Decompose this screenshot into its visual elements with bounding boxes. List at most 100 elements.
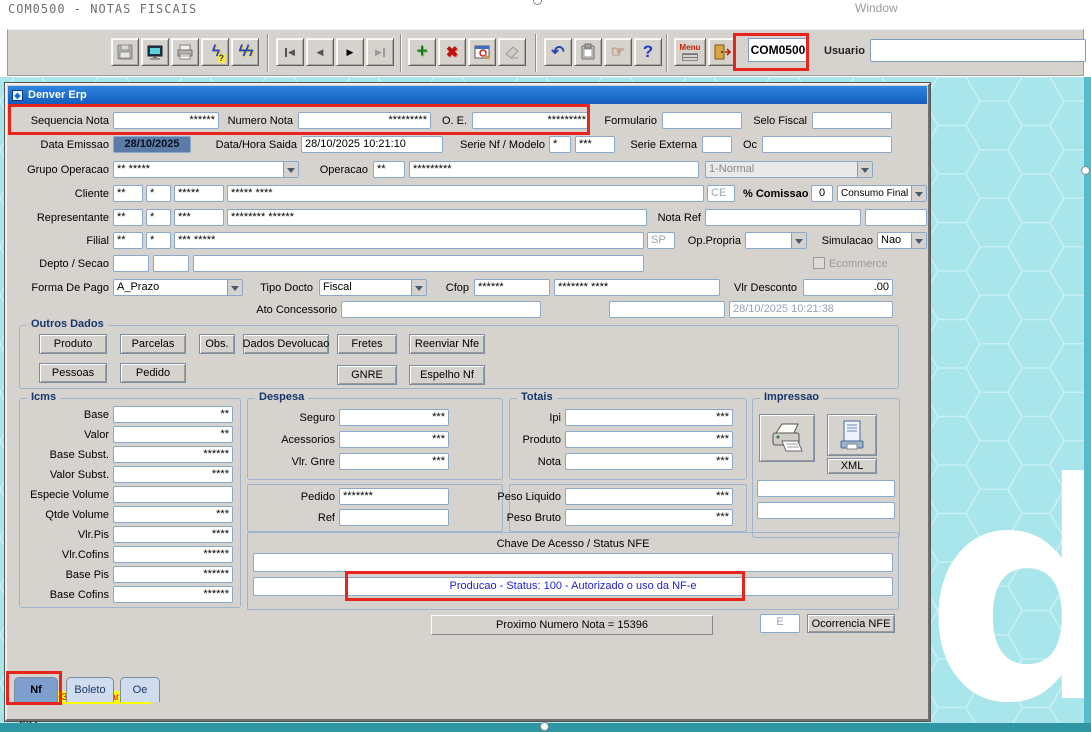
tab-boleto[interactable]: Boleto [66, 677, 114, 702]
representante-f1-input[interactable]: ** [113, 209, 143, 226]
cfop-desc-input[interactable]: ******* **** [554, 279, 720, 296]
ato-concessorio-input[interactable] [341, 301, 541, 318]
nav-last-button[interactable]: ▶ [366, 38, 394, 66]
especie-volume-input[interactable] [113, 486, 233, 503]
base-cofins-input[interactable]: ****** [113, 586, 233, 603]
sequencia-input[interactable]: ****** [113, 112, 219, 129]
nota-ref2-input[interactable] [865, 209, 927, 226]
print-button[interactable] [171, 38, 199, 66]
depto-f1-input[interactable] [113, 255, 149, 272]
imprimir-danfe-button[interactable] [759, 414, 815, 462]
cliente-nome-input[interactable]: ***** **** [227, 185, 704, 202]
vlr-pis-input[interactable]: **** [113, 526, 233, 543]
totais-nota-input[interactable]: *** [565, 453, 733, 470]
pessoas-button[interactable]: Pessoas [39, 363, 107, 383]
chevron-down-icon[interactable] [411, 280, 426, 295]
delete-button[interactable]: ✖ [438, 38, 466, 66]
acessorios-input[interactable]: *** [339, 431, 449, 448]
selo-fiscal-input[interactable] [812, 112, 892, 129]
vlr-gnre-input[interactable]: *** [339, 453, 449, 470]
menu-button[interactable]: Menu [674, 38, 706, 66]
resize-handle-bottom[interactable] [540, 722, 549, 731]
ecommerce-checkbox[interactable] [813, 257, 825, 269]
add-button[interactable]: + [408, 38, 436, 66]
nav-first-button[interactable]: ◀ [276, 38, 304, 66]
execute-button[interactable]: ϟϟ [231, 38, 259, 66]
data-emissao-input[interactable]: 28/10/2025 [113, 136, 191, 153]
imprimir-xml-button[interactable] [827, 414, 877, 456]
chevron-down-icon[interactable] [911, 233, 926, 248]
pedido-button[interactable]: Pedido [120, 363, 186, 383]
parcelas-button[interactable]: Parcelas [120, 334, 186, 354]
representante-nome-input[interactable]: ******** ****** [227, 209, 647, 226]
cliente-f2-input[interactable]: * [146, 185, 171, 202]
ref-input[interactable] [339, 509, 449, 526]
dados-devolucao-button[interactable]: Dados Devolucao [243, 334, 329, 354]
formulario-input[interactable] [662, 112, 742, 129]
chevron-down-icon[interactable] [227, 280, 242, 295]
icms-base-subst-input[interactable]: ****** [113, 446, 233, 463]
data-saida-input[interactable]: 28/10/2025 10:21:10 [301, 136, 443, 153]
modelo-input[interactable]: *** [575, 136, 615, 153]
ocorrencia-nfe-button[interactable]: Ocorrencia NFE [807, 614, 895, 633]
depto-f3-input[interactable] [193, 255, 644, 272]
modify-button[interactable] [468, 38, 496, 66]
produto-button[interactable]: Produto [39, 334, 107, 354]
tipo-docto-select[interactable]: Fiscal [319, 279, 427, 296]
tab-nf[interactable]: Nf [14, 677, 58, 702]
espelho-nf-button[interactable]: Espelho Nf [409, 365, 485, 385]
impressao-field-1[interactable] [757, 480, 895, 497]
reenviar-nfe-button[interactable]: Reenviar Nfe [409, 334, 485, 354]
filial-f1-input[interactable]: ** [113, 232, 143, 249]
ipi-input[interactable]: *** [565, 409, 733, 426]
obs-button[interactable]: Obs. [199, 334, 235, 354]
ato-extra-input[interactable] [609, 301, 725, 318]
filial-f2-input[interactable]: * [146, 232, 171, 249]
peso-liquido-input[interactable]: *** [565, 488, 733, 505]
chevron-down-icon[interactable] [283, 162, 298, 177]
query-button[interactable]: ϟ ? [201, 38, 229, 66]
icms-valor-subst-input[interactable]: **** [113, 466, 233, 483]
peso-bruto-input[interactable]: *** [565, 509, 733, 526]
cfop-code-input[interactable]: ****** [474, 279, 550, 296]
vlr-desconto-input[interactable]: .00 [803, 279, 893, 296]
consumo-final-select[interactable]: Consumo Final Nao [837, 185, 927, 202]
gnre-button[interactable]: GNRE [337, 365, 397, 385]
chave-input[interactable] [253, 553, 893, 572]
undo-button[interactable]: ↶ [544, 38, 572, 66]
resize-handle-top[interactable] [533, 0, 542, 5]
oc-input[interactable] [762, 136, 892, 153]
icms-valor-input[interactable]: ** [113, 426, 233, 443]
exit-button[interactable] [708, 38, 736, 66]
erp-titlebar[interactable]: ◈ Denver Erp [8, 86, 927, 104]
pedido-input[interactable]: ******* [339, 488, 449, 505]
tab-oe[interactable]: Oe [120, 677, 160, 702]
base-pis-input[interactable]: ****** [113, 566, 233, 583]
help-button[interactable]: ? [634, 38, 662, 66]
representante-f3-input[interactable]: *** [174, 209, 224, 226]
oe-input[interactable]: ********* [472, 112, 590, 129]
seguro-input[interactable]: *** [339, 409, 449, 426]
op-propria-select[interactable] [745, 232, 807, 249]
comissao-input[interactable]: 0 [811, 185, 833, 202]
grupo-operacao-select[interactable]: ** ***** [113, 161, 299, 178]
nota-ref-input[interactable] [705, 209, 861, 226]
usuario-input[interactable] [870, 39, 1086, 62]
paste-button[interactable] [574, 38, 602, 66]
nav-next-button[interactable]: ▶ [336, 38, 364, 66]
nav-prev-button[interactable]: ◀ [306, 38, 334, 66]
serie-externa-input[interactable] [702, 136, 732, 153]
representante-f2-input[interactable]: * [146, 209, 171, 226]
operacao-code-input[interactable]: ** [373, 161, 405, 178]
serie-input[interactable]: * [549, 136, 571, 153]
icms-base-input[interactable]: ** [113, 406, 233, 423]
forma-pago-select[interactable]: A_Prazo [113, 279, 243, 296]
confirm-button[interactable]: ☞ [604, 38, 632, 66]
save-button[interactable] [111, 38, 139, 66]
simulacao-select[interactable]: Nao [877, 232, 927, 249]
screen-button[interactable] [141, 38, 169, 66]
numero-nota-input[interactable]: ********* [298, 112, 431, 129]
depto-f2-input[interactable] [153, 255, 189, 272]
clear-button[interactable] [498, 38, 526, 66]
cliente-f3-input[interactable]: ***** [174, 185, 224, 202]
